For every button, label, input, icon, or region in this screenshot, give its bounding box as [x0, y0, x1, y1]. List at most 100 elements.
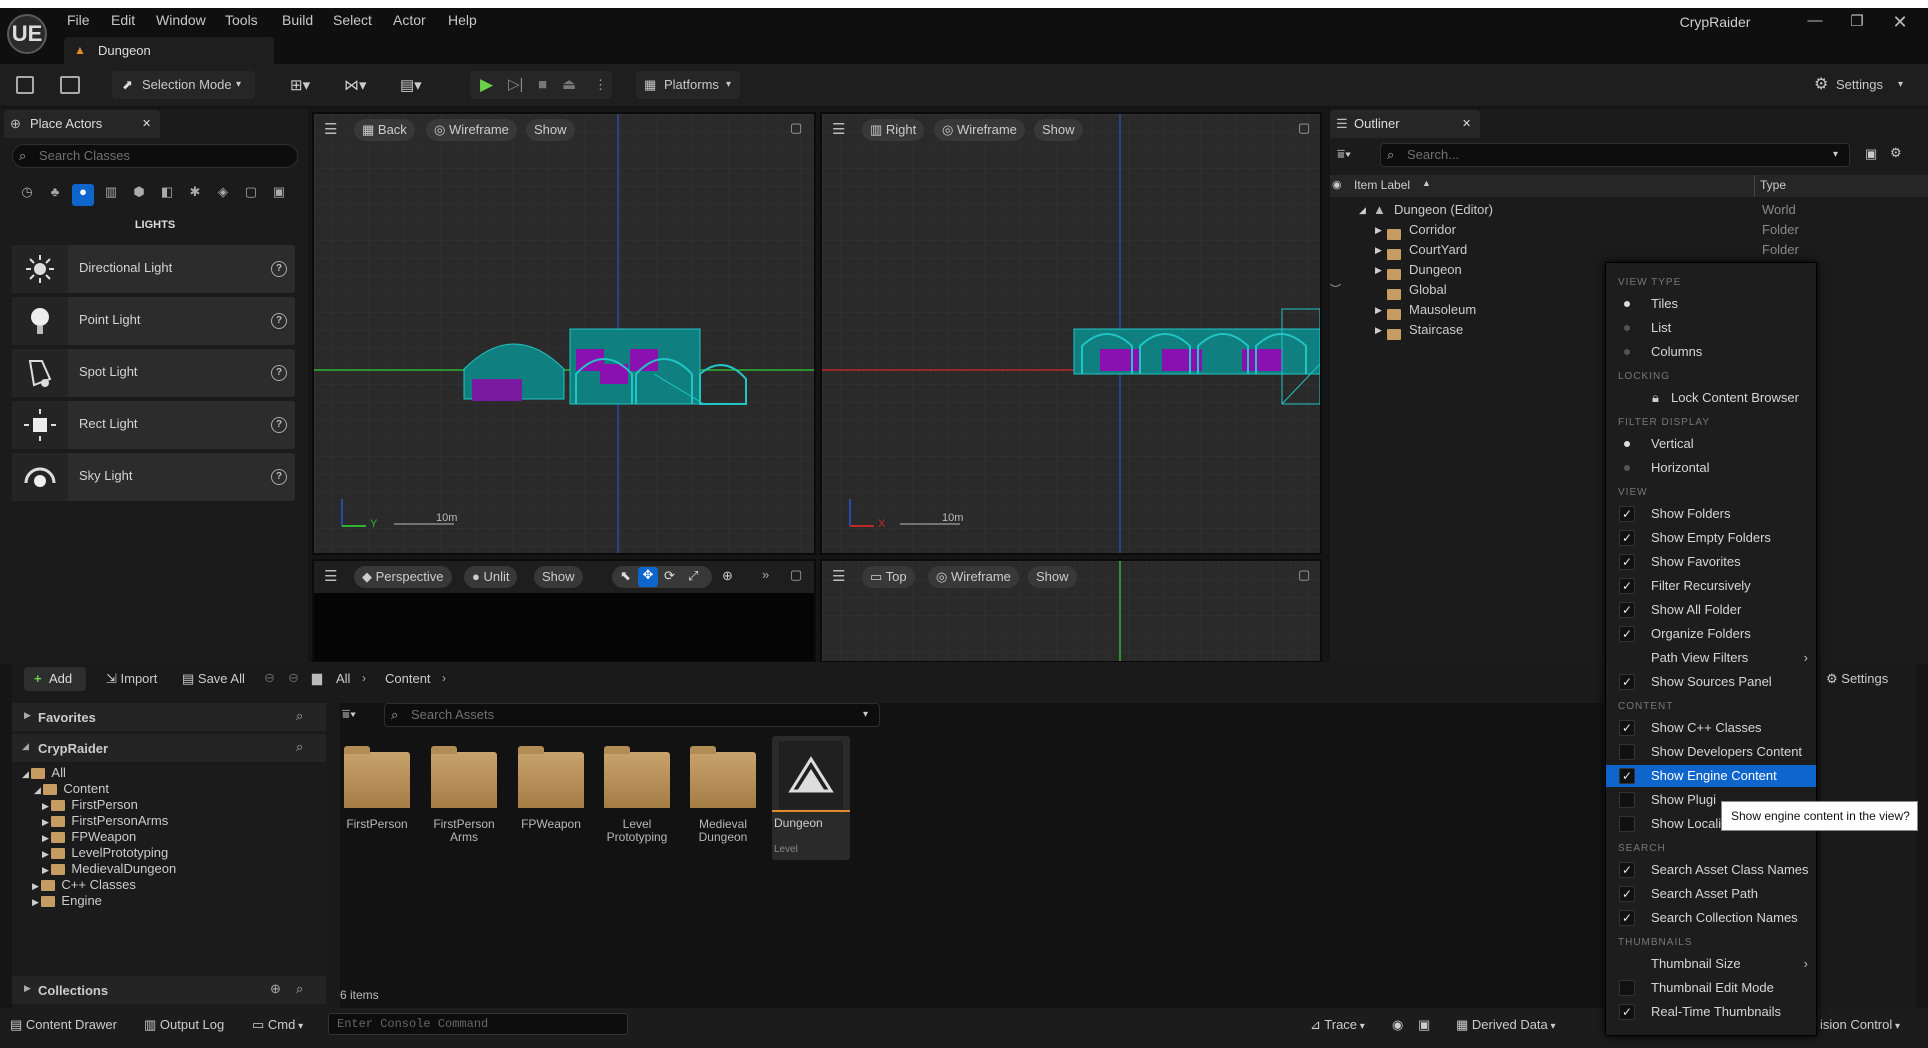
persp-show-button[interactable]: Show [534, 566, 583, 588]
select-tool-icon[interactable]: ⬉ [620, 568, 631, 584]
asset-tile[interactable]: FirstPerson [342, 746, 412, 831]
filter-icon[interactable]: ⩸▾ [1337, 146, 1351, 162]
tab-close-icon[interactable]: ✕ [1462, 110, 1471, 138]
spot-light-item[interactable]: Spot Light ? [12, 349, 295, 397]
outliner-settings-icon[interactable]: ⚙ [1890, 145, 1902, 161]
search-classes-input[interactable]: ⌕ Search Classes [12, 144, 298, 168]
viewport-top[interactable]: ☰ ▭ Top ◎ Wireframe Show ▢ [820, 559, 1322, 663]
right-wireframe-button[interactable]: ◎ Wireframe [934, 119, 1025, 141]
search-icon[interactable]: ⌕ [296, 739, 303, 755]
menu-actor[interactable]: Actor [393, 12, 426, 28]
expand-toolbar-icon[interactable]: » [762, 567, 769, 582]
rect-light-item[interactable]: Rect Light ? [12, 401, 295, 449]
viewport-menu-icon[interactable]: ☰ [324, 567, 337, 585]
project-header[interactable]: ◢ CrypRaider ⌕ [12, 734, 326, 762]
history-back-icon[interactable]: ⊖ [264, 670, 275, 686]
add-button[interactable]: + Add [24, 667, 86, 691]
menu-file[interactable]: File [67, 12, 90, 28]
platforms-button[interactable]: ▦ Platforms ▾ [636, 71, 740, 99]
help-icon[interactable]: ? [271, 417, 287, 433]
right-view-button[interactable]: ▥ Right [862, 119, 925, 141]
import-button[interactable]: ⇲ Import [106, 671, 157, 687]
show-favorites[interactable]: ✓ Show Favorites [1606, 551, 1816, 573]
tree-item-engine[interactable]: ▶ Engine [32, 893, 102, 910]
help-icon[interactable]: ? [271, 313, 287, 329]
step-icon[interactable]: ▷| [508, 71, 523, 99]
show-sources-panel[interactable]: ✓ Show Sources Panel [1606, 671, 1816, 693]
directional-light-item[interactable]: Directional Light ? [12, 245, 295, 293]
top-view-button[interactable]: ▭ Top [862, 566, 915, 588]
selection-mode-button[interactable]: ⬈ Selection Mode ▾ [112, 71, 255, 99]
expand-arrow-icon[interactable]: ◢ [1359, 200, 1366, 220]
geometry-icon[interactable]: ◧ [156, 184, 178, 206]
menu-build[interactable]: Build [282, 12, 313, 28]
back-view-button[interactable]: ▦ Back [354, 119, 415, 141]
level-tab[interactable]: ▲ Dungeon [64, 37, 274, 64]
viewport-perspective[interactable]: ☰ ◆ Perspective ● Unlit Show ⬉ ✥ ⟳ ⤢ ⊕ »… [312, 559, 816, 663]
add-collection-icon[interactable]: ⊕ [270, 981, 281, 997]
favorites-header[interactable]: ▶ Favorites ⌕ [12, 703, 326, 731]
scale-tool-icon[interactable]: ⤢ [688, 568, 698, 584]
asset-tile-level[interactable]: Dungeon Level [772, 736, 850, 860]
unreal-logo-icon[interactable]: UE [7, 14, 47, 54]
expand-arrow-icon[interactable]: ▶ [1375, 260, 1382, 280]
cb-settings-button[interactable]: ⚙ Settings [1826, 671, 1888, 687]
search-icon[interactable]: ⌕ [296, 981, 303, 997]
filter-recursively[interactable]: ✓ Filter Recursively [1606, 575, 1816, 597]
menu-window[interactable]: Window [156, 12, 206, 28]
back-show-button[interactable]: Show [526, 119, 575, 141]
save-icon[interactable] [16, 76, 34, 94]
filter-icon[interactable]: ⩸▾ [342, 706, 356, 722]
tab-close-icon[interactable]: ✕ [142, 110, 151, 138]
menu-tools[interactable]: Tools [225, 12, 258, 28]
show-folders[interactable]: ✓ Show Folders [1606, 503, 1816, 525]
tree-item-fpweapon[interactable]: ▶ FPWeapon [42, 829, 136, 846]
content-drawer-button[interactable]: ▤ Content Drawer [10, 1017, 117, 1033]
screenshot-icon[interactable]: ▣ [1418, 1017, 1430, 1033]
search-collection-names[interactable]: ✓ Search Collection Names [1606, 907, 1816, 929]
asset-tile[interactable]: Level Prototyping [602, 746, 672, 844]
thumbnail-edit-mode[interactable]: Thumbnail Edit Mode [1606, 977, 1816, 999]
save-all-button[interactable]: ▤ Save All [182, 671, 245, 687]
view-type-columns[interactable]: Columns [1606, 341, 1816, 363]
viewport-menu-icon[interactable]: ☰ [832, 567, 845, 585]
maximize-icon[interactable]: ❐ [1837, 12, 1877, 34]
view-type-list[interactable]: List [1606, 317, 1816, 339]
outliner-row[interactable]: ▶ Corridor Folder [1330, 220, 1928, 241]
world-local-icon[interactable]: ⊕ [722, 568, 733, 584]
all-classes-icon[interactable]: ◈ [212, 184, 234, 206]
tree-item-medievaldungeon[interactable]: ▶ MedievalDungeon [42, 861, 176, 878]
breadcrumb-content[interactable]: Content [385, 671, 431, 686]
play-icon[interactable]: ▶ [480, 71, 493, 99]
source-control-button[interactable]: ision Control ▾ [1820, 1017, 1900, 1032]
asset-tile[interactable]: FPWeapon [516, 746, 586, 831]
show-engine-content[interactable]: ✓ Show Engine Content [1606, 765, 1816, 787]
outliner-tab[interactable]: ☰ Outliner ✕ [1330, 110, 1480, 138]
menu-edit[interactable]: Edit [111, 12, 135, 28]
column-divider[interactable] [1754, 175, 1755, 197]
viewport-menu-icon[interactable]: ☰ [832, 120, 845, 138]
cmd-button[interactable]: ▭ Cmd ▾ [252, 1017, 303, 1033]
more-categories-icon[interactable]: ▣ [268, 184, 290, 206]
search-asset-path[interactable]: ✓ Search Asset Path [1606, 883, 1816, 905]
organize-folders[interactable]: ✓ Organize Folders [1606, 623, 1816, 645]
place-actors-tab[interactable]: ⊕ Place Actors ✕ [4, 110, 160, 138]
outliner-search-input[interactable]: ⌕ Search... ▾ [1380, 143, 1850, 167]
maximize-viewport-icon[interactable]: ▢ [790, 567, 802, 583]
tree-item-firstperson[interactable]: ▶ FirstPerson [42, 797, 138, 814]
asset-tile[interactable]: Medieval Dungeon [688, 746, 758, 844]
show-all-folder[interactable]: ✓ Show All Folder [1606, 599, 1816, 621]
outliner-row[interactable]: ◢ ▲ Dungeon (Editor) World [1330, 200, 1928, 220]
volumes-icon[interactable]: ✱ [184, 184, 206, 206]
record-icon[interactable]: ◉ [1392, 1017, 1403, 1033]
tree-item-cpp-classes[interactable]: ▶ C++ Classes [32, 877, 136, 894]
rotate-tool-icon[interactable]: ⟳ [664, 568, 675, 584]
top-wireframe-button[interactable]: ◎ Wireframe [928, 566, 1019, 588]
tree-item-firstpersonarms[interactable]: ▶ FirstPersonArms [42, 813, 168, 830]
back-wireframe-button[interactable]: ◎ Wireframe [426, 119, 517, 141]
real-time-thumbnails[interactable]: ✓ Real-Time Thumbnails [1606, 1001, 1816, 1023]
type-header[interactable]: Type [1760, 178, 1786, 192]
eject-icon[interactable]: ⏏ [562, 71, 576, 99]
hidden-eye-icon[interactable]: ︶ [1330, 280, 1341, 300]
viewport-back[interactable]: ☰ ▦ Back ◎ Wireframe Show ▢ 10m Y [312, 112, 816, 555]
